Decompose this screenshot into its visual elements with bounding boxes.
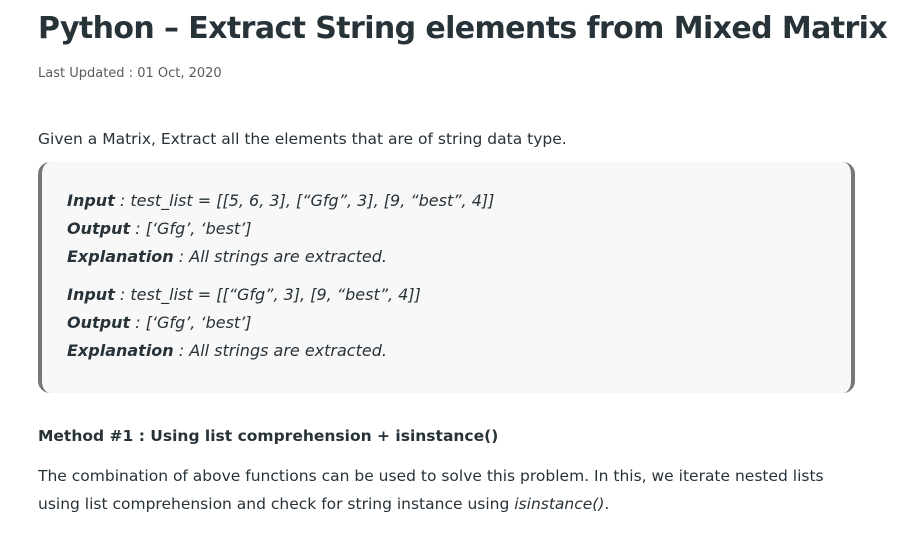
intro-text: Given a Matrix, Extract all the elements… bbox=[38, 130, 567, 148]
method-paragraph: The combination of above functions can b… bbox=[38, 462, 858, 518]
method-heading: Method #1 : Using list comprehension + i… bbox=[38, 427, 499, 445]
example-2-output: Output : [‘Gfg’, ‘best’] bbox=[67, 312, 252, 334]
output-label: Output bbox=[67, 313, 131, 332]
example-1-output: Output : [‘Gfg’, ‘best’] bbox=[67, 218, 252, 240]
explanation-label: Explanation bbox=[67, 341, 174, 360]
last-updated: Last Updated : 01 Oct, 2020 bbox=[38, 66, 222, 81]
method-paragraph-end: . bbox=[604, 495, 610, 513]
example-1-explanation: Explanation : All strings are extracted. bbox=[67, 246, 387, 268]
example-box: Input : test_list = [[5, 6, 3], [“Gfg”, … bbox=[38, 162, 855, 393]
page-title: Python – Extract String elements from Mi… bbox=[38, 11, 888, 46]
input-value: : test_list = [[“Gfg”, 3], [9, “best”, 4… bbox=[114, 285, 421, 304]
example-1-input: Input : test_list = [[5, 6, 3], [“Gfg”, … bbox=[67, 190, 494, 212]
inline-code: isinstance() bbox=[514, 495, 605, 513]
output-value: : [‘Gfg’, ‘best’] bbox=[130, 313, 252, 332]
explanation-value: : All strings are extracted. bbox=[173, 341, 387, 360]
example-2-explanation: Explanation : All strings are extracted. bbox=[67, 340, 387, 362]
explanation-label: Explanation bbox=[67, 247, 174, 266]
output-value: : [‘Gfg’, ‘best’] bbox=[130, 219, 252, 238]
method-paragraph-text: The combination of above functions can b… bbox=[38, 467, 824, 513]
example-2-input: Input : test_list = [[“Gfg”, 3], [9, “be… bbox=[67, 284, 421, 306]
input-label: Input bbox=[67, 191, 115, 210]
input-value: : test_list = [[5, 6, 3], [“Gfg”, 3], [9… bbox=[114, 191, 495, 210]
output-label: Output bbox=[67, 219, 131, 238]
input-label: Input bbox=[67, 285, 115, 304]
explanation-value: : All strings are extracted. bbox=[173, 247, 387, 266]
